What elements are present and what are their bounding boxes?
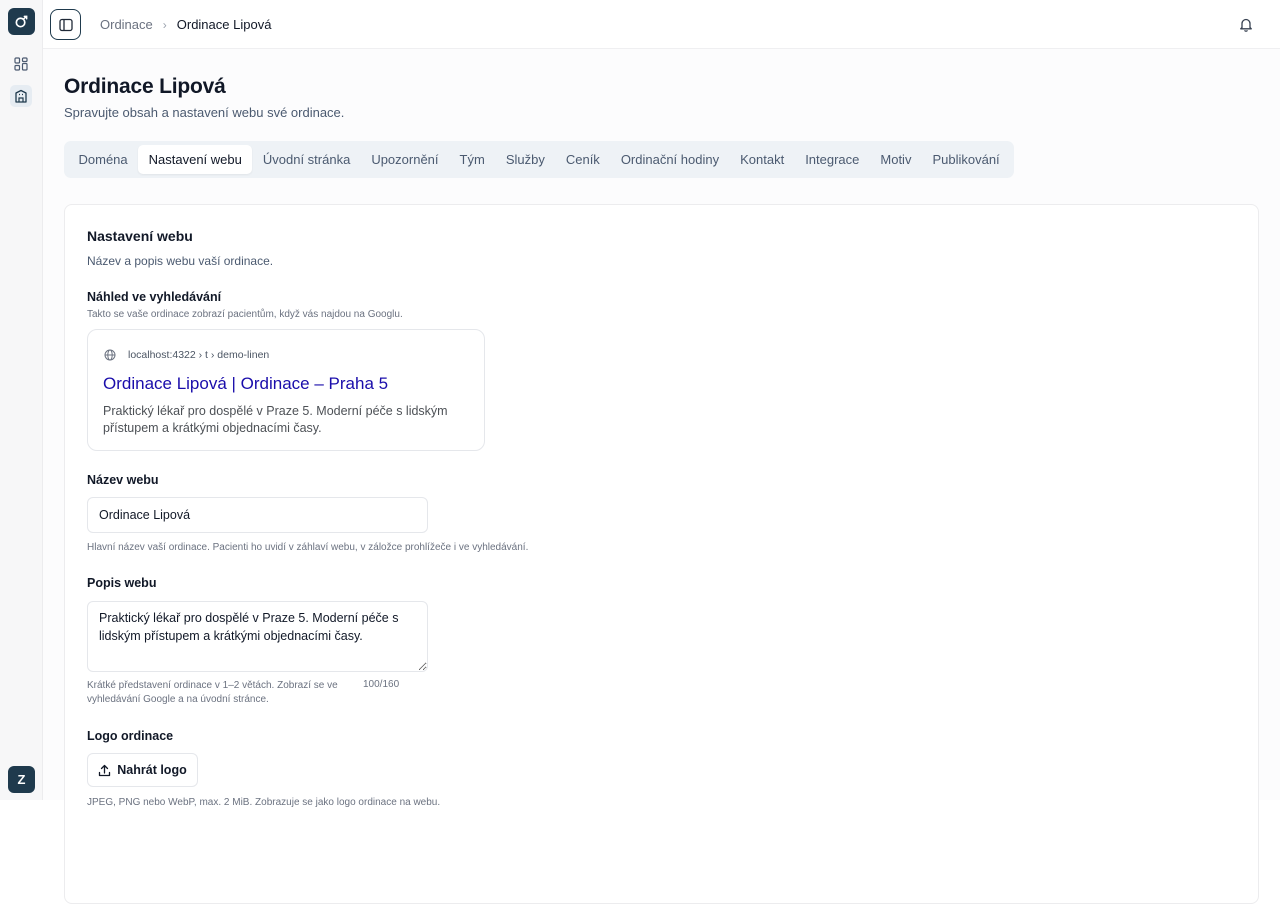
tab-motiv[interactable]: Motiv	[870, 145, 922, 174]
search-preview-url: localhost:4322 › t › demo-linen	[128, 349, 269, 361]
top-bar: Ordinace › Ordinace Lipová	[43, 0, 1280, 49]
sidebar-icon	[59, 18, 73, 32]
breadcrumb-current: Ordinace Lipová	[177, 17, 272, 32]
site-name-hint: Hlavní název vaší ordinace. Pacienti ho …	[87, 541, 528, 555]
grid-icon	[14, 57, 28, 71]
search-preview: localhost:4322 › t › demo-linen Ordinace…	[87, 329, 485, 451]
tab-cenik[interactable]: Ceník	[555, 145, 610, 174]
search-preview-description: Praktický lékař pro dospělé v Praze 5. M…	[103, 403, 473, 436]
logo-icon	[14, 14, 29, 29]
site-description-input[interactable]: Praktický lékař pro dospělé v Praze 5. M…	[87, 601, 428, 672]
app-logo[interactable]	[8, 8, 35, 35]
section-title: Nastavení webu	[87, 228, 193, 244]
user-avatar[interactable]: Z	[8, 766, 35, 793]
building-icon	[14, 89, 28, 103]
preview-label: Náhled ve vyhledávání	[87, 290, 221, 304]
logo-hint: JPEG, PNG nebo WebP, max. 2 MiB. Zobrazu…	[87, 796, 440, 810]
search-preview-title: Ordinace Lipová | Ordinace – Praha 5	[103, 374, 388, 394]
tab-kontakt[interactable]: Kontakt	[730, 145, 795, 174]
upload-icon	[98, 764, 111, 777]
site-name-label: Název webu	[87, 473, 159, 487]
breadcrumb-parent[interactable]: Ordinace	[100, 17, 153, 32]
page-title: Ordinace Lipová	[64, 75, 226, 99]
tab-ordinacni-hodiny[interactable]: Ordinační hodiny	[610, 145, 729, 174]
upload-logo-label: Nahrát logo	[117, 763, 186, 777]
upload-logo-button[interactable]: Nahrát logo	[87, 753, 198, 787]
settings-tabs: Doména Nastavení webu Úvodní stránka Upo…	[64, 141, 1014, 178]
settings-card: Nastavení webu Název a popis webu vaší o…	[64, 204, 1259, 904]
tab-nastaveni-webu[interactable]: Nastavení webu	[138, 145, 252, 174]
tab-upozorneni[interactable]: Upozornění	[361, 145, 449, 174]
bell-icon	[1239, 17, 1253, 32]
tab-sluzby[interactable]: Služby	[495, 145, 555, 174]
tab-uvodni-stranka[interactable]: Úvodní stránka	[252, 145, 360, 174]
site-name-input[interactable]	[87, 497, 428, 533]
site-description-label: Popis webu	[87, 576, 156, 590]
globe-icon	[104, 349, 116, 361]
chevron-right-icon: ›	[163, 18, 167, 32]
search-preview-url-row: localhost:4322 › t › demo-linen	[104, 349, 269, 361]
sidebar-toggle-button[interactable]	[50, 9, 81, 40]
logo-label: Logo ordinace	[87, 729, 173, 743]
tab-integrace[interactable]: Integrace	[795, 145, 870, 174]
section-description: Název a popis webu vaší ordinace.	[87, 254, 273, 268]
rail-dashboard[interactable]	[10, 53, 32, 75]
tab-publikovani[interactable]: Publikování	[922, 145, 1010, 174]
tab-tym[interactable]: Tým	[449, 145, 495, 174]
site-description-hint: Krátké představení ordinace v 1–2 větách…	[87, 679, 367, 707]
preview-hint: Takto se vaše ordinace zobrazí pacientům…	[87, 308, 403, 322]
breadcrumb: Ordinace › Ordinace Lipová	[100, 17, 271, 32]
app-rail: Z	[0, 0, 43, 800]
main-content: Ordinace Lipová Spravujte obsah a nastav…	[43, 49, 1280, 800]
character-counter: 100/160	[363, 679, 399, 690]
tab-domena[interactable]: Doména	[68, 145, 138, 174]
rail-practices[interactable]	[10, 85, 32, 107]
page-subtitle: Spravujte obsah a nastavení webu své ord…	[64, 105, 344, 120]
notifications-button[interactable]	[1237, 15, 1255, 33]
